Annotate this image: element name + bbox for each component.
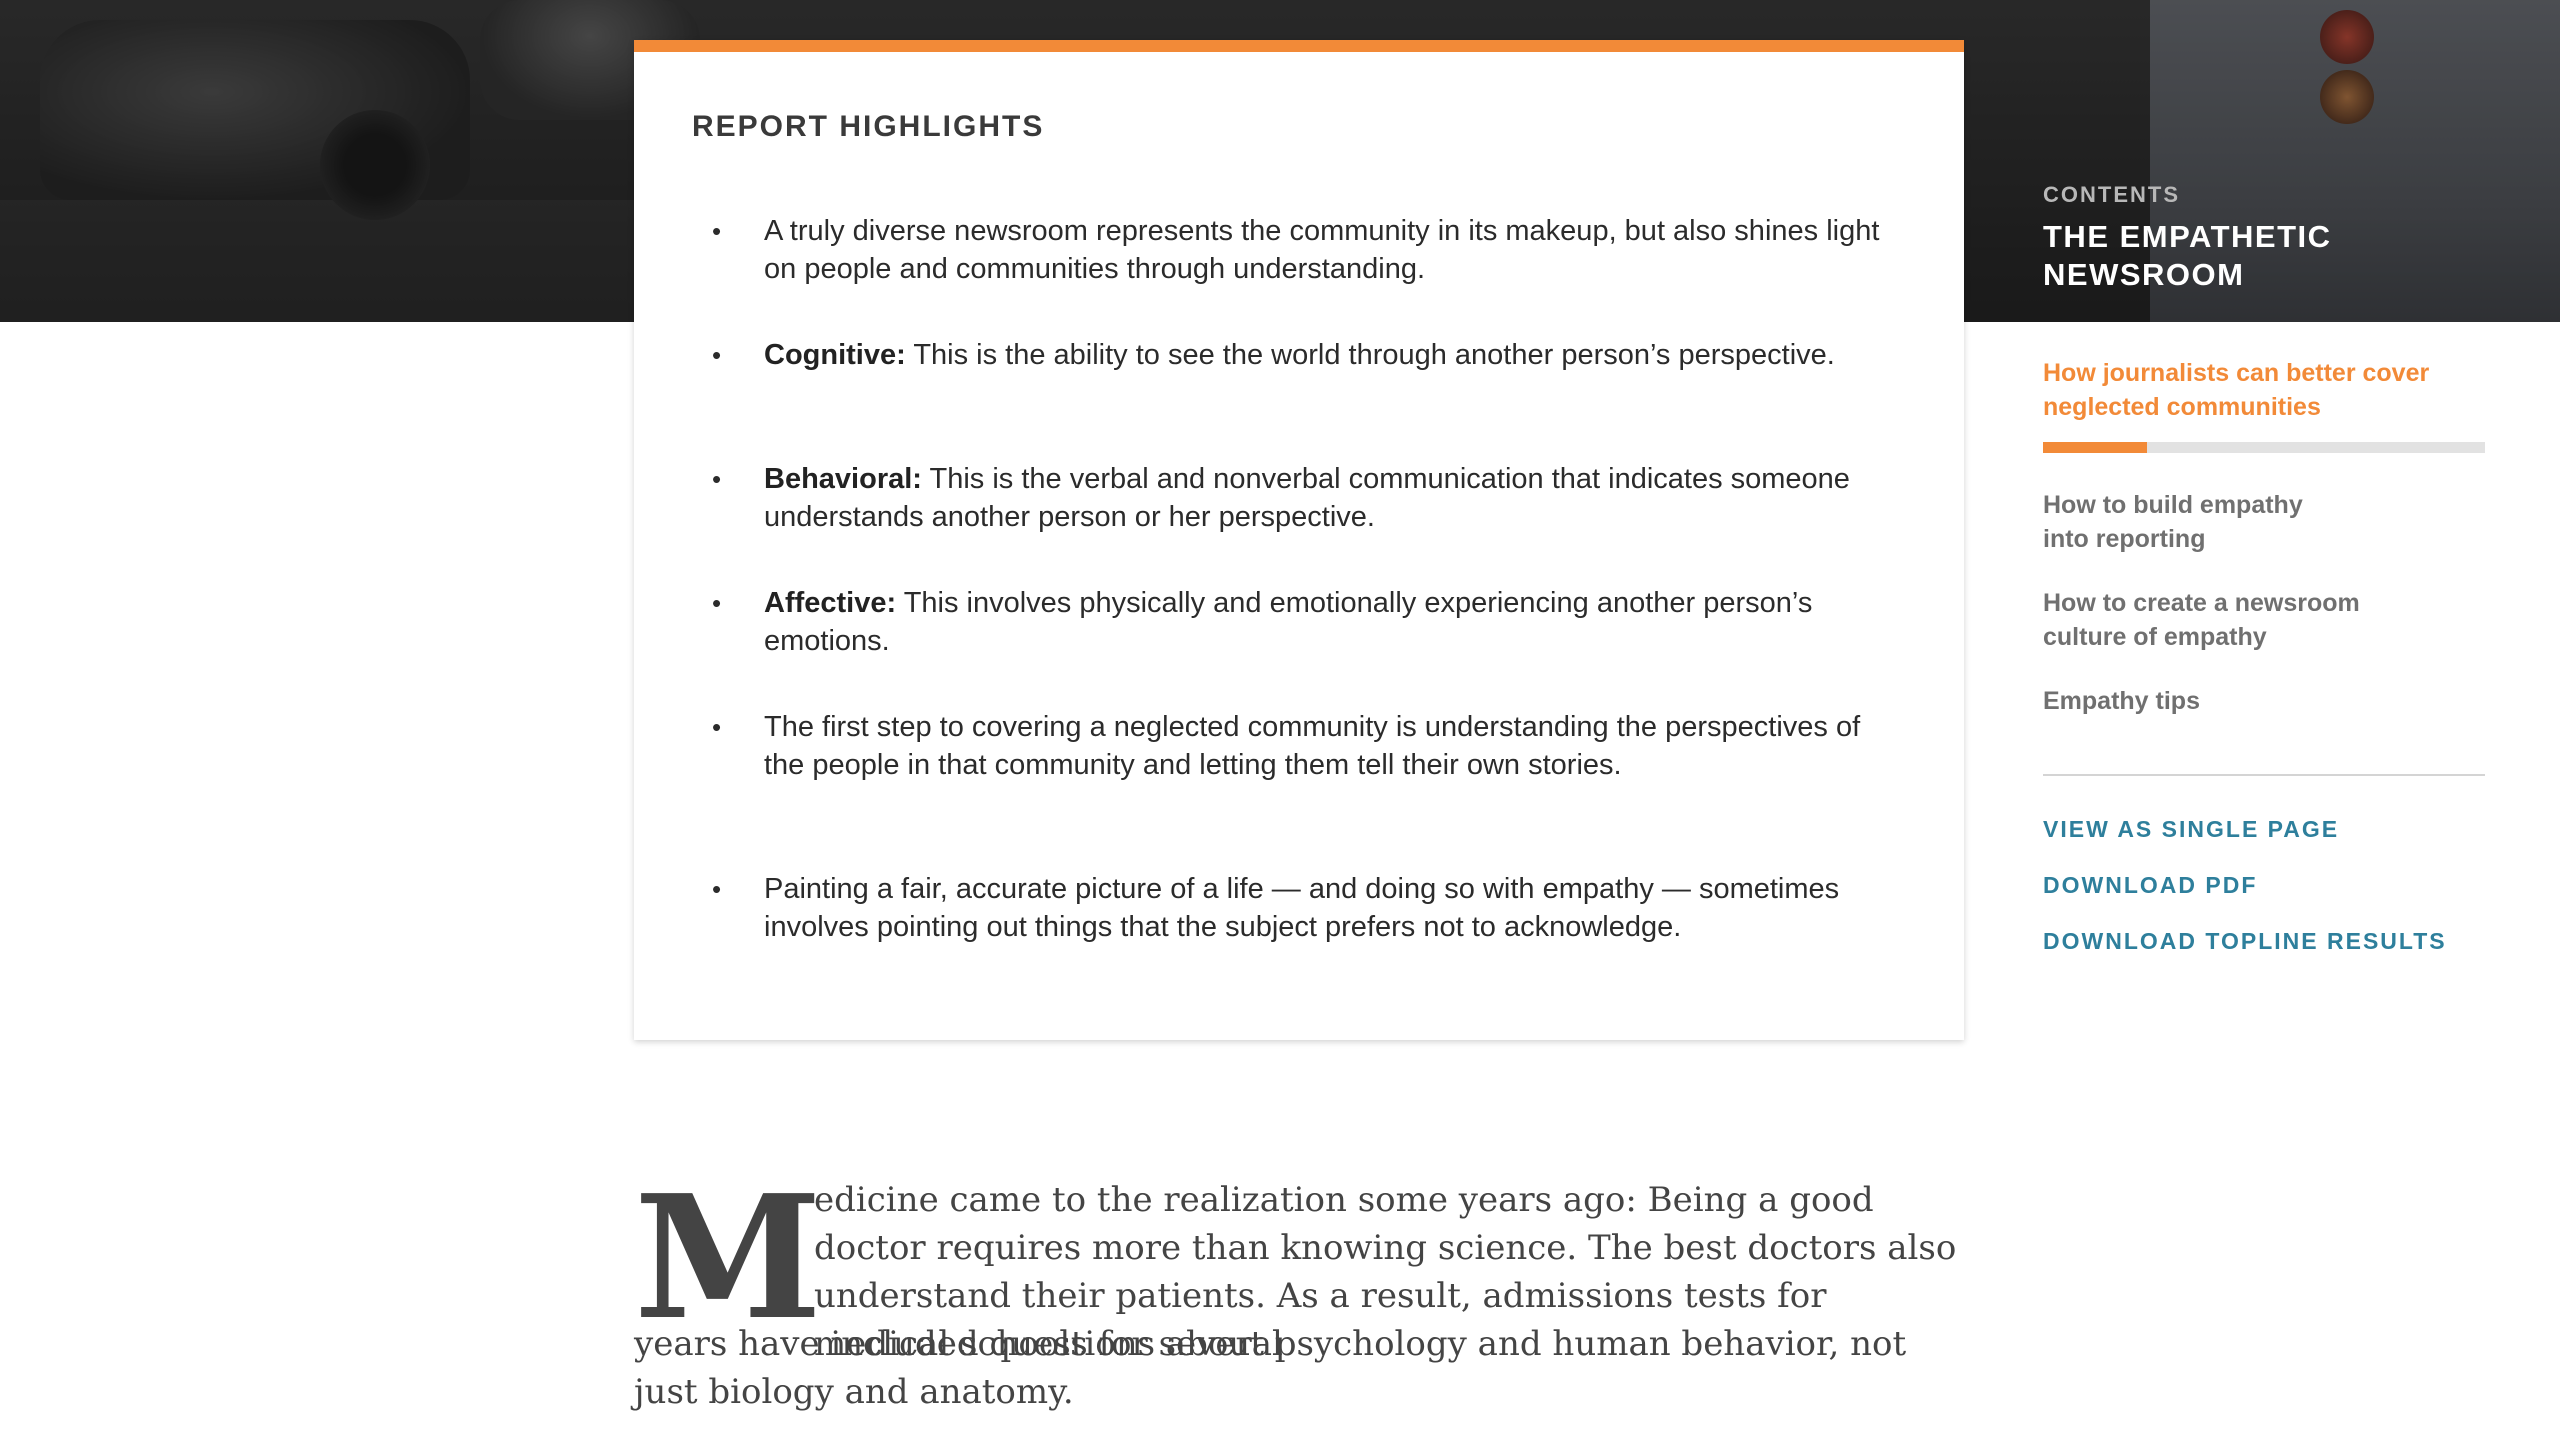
- highlight-item: • Cognitive: This is the ability to see t…: [712, 336, 1884, 374]
- bullet-icon: •: [712, 216, 722, 246]
- article-paragraph-continued: years have included questions about psyc…: [634, 1324, 1907, 1412]
- toc-item-newsroom-culture[interactable]: How to create a newsroom culture of empa…: [2043, 586, 2403, 654]
- report-highlights-title: REPORT HIGHLIGHTS: [692, 110, 1045, 143]
- bullet-icon: •: [712, 588, 722, 618]
- toc-item-neglected-communities[interactable]: How journalists can better cover neglect…: [2043, 356, 2488, 424]
- contents-label: CONTENTS: [2043, 182, 2180, 207]
- report-highlights-card: REPORT HIGHLIGHTS • A truly diverse newsr…: [634, 40, 1964, 1040]
- view-single-page-link[interactable]: VIEW AS SINGLE PAGE: [2043, 816, 2339, 843]
- highlight-text: This is the ability to see the world thr…: [905, 339, 1835, 371]
- highlight-term: Cognitive:: [764, 339, 906, 371]
- highlight-text: This involves physically and emotionally…: [764, 587, 1813, 657]
- toc-item-empathy-tips[interactable]: Empathy tips: [2043, 684, 2488, 718]
- download-pdf-link[interactable]: DOWNLOAD PDF: [2043, 872, 2257, 899]
- download-topline-results-link[interactable]: DOWNLOAD TOPLINE RESULTS: [2043, 928, 2447, 955]
- highlight-text: A truly diverse newsroom represents the …: [764, 215, 1880, 285]
- highlight-text: The first step to covering a neglected c…: [764, 711, 1861, 781]
- bullet-icon: •: [712, 712, 722, 742]
- highlight-item: • Behavioral: This is the verbal and nonv…: [712, 460, 1884, 536]
- highlight-item: • Painting a fair, accurate picture of a …: [712, 870, 1884, 946]
- reading-progress-fill: [2043, 442, 2147, 453]
- reading-progress-bar: [2043, 442, 2485, 453]
- highlight-item: • Affective: This involves physically and…: [712, 584, 1884, 660]
- bullet-icon: •: [712, 464, 722, 494]
- contents-sidebar: CONTENTS THE EMPATHETIC NEWSROOM How jou…: [2043, 0, 2488, 1440]
- highlight-term: Affective:: [764, 587, 897, 619]
- bullet-icon: •: [712, 874, 722, 904]
- bullet-icon: •: [712, 340, 722, 370]
- sidebar-divider: [2043, 774, 2485, 776]
- dropcap-letter: M: [634, 1158, 823, 1358]
- highlight-item: • A truly diverse newsroom represents the…: [712, 212, 1884, 288]
- toc-item-build-empathy[interactable]: How to build empathy into reporting: [2043, 488, 2343, 556]
- report-title: THE EMPATHETIC NEWSROOM: [2043, 219, 2332, 292]
- highlight-term: Behavioral:: [764, 463, 922, 495]
- highlight-item: • The first step to covering a neglected …: [712, 708, 1884, 784]
- highlight-text: Painting a fair, accurate picture of a l…: [764, 873, 1840, 943]
- highlight-text: This is the verbal and nonverbal communi…: [764, 463, 1850, 533]
